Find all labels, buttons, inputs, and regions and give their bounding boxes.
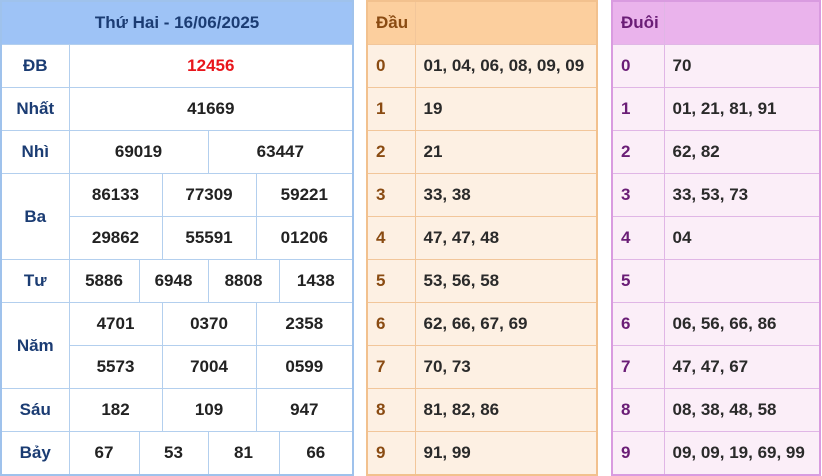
- dau-values: 21: [414, 130, 598, 174]
- dau-values: 70, 73: [414, 345, 598, 389]
- duoi-values: 47, 47, 67: [663, 345, 821, 389]
- prize-value-ba: 29862: [68, 216, 163, 260]
- results-table: Thứ Hai - 16/06/2025 ĐB 12456 Nhất 41669…: [0, 0, 355, 476]
- prize-value-tu: 6948: [138, 259, 209, 303]
- duoi-digit: 5: [611, 259, 665, 303]
- prize-value-nam: 0370: [161, 302, 257, 346]
- dau-header: Đầu: [366, 0, 416, 45]
- duoi-values: 06, 56, 66, 86: [663, 302, 821, 346]
- dau-values: 33, 38: [414, 173, 598, 217]
- dau-values: 91, 99: [414, 431, 598, 476]
- duoi-values: [663, 259, 821, 303]
- prize-value-bay: 67: [68, 431, 140, 476]
- dau-digit: 5: [366, 259, 416, 303]
- dau-values: 47, 47, 48: [414, 216, 598, 260]
- prize-label-db: ĐB: [0, 44, 70, 88]
- duoi-digit: 8: [611, 388, 665, 432]
- prize-value-tu: 8808: [207, 259, 280, 303]
- prize-value-bay: 81: [207, 431, 280, 476]
- duoi-digit: 4: [611, 216, 665, 260]
- duoi-digit: 7: [611, 345, 665, 389]
- prize-value-nam: 4701: [68, 302, 163, 346]
- prize-value-nam: 7004: [161, 345, 257, 389]
- prize-label-nhi: Nhì: [0, 130, 70, 174]
- dau-digit: 7: [366, 345, 416, 389]
- dau-values: 62, 66, 67, 69: [414, 302, 598, 346]
- prize-value-nhat: 41669: [68, 87, 354, 131]
- prize-value-sau: 947: [255, 388, 354, 432]
- prize-label-tu: Tư: [0, 259, 70, 303]
- duoi-digit: 1: [611, 87, 665, 131]
- duoi-digit: 3: [611, 173, 665, 217]
- duoi-digit: 6: [611, 302, 665, 346]
- prize-value-bay: 66: [278, 431, 354, 476]
- prize-value-nam: 0599: [255, 345, 354, 389]
- prize-value-tu: 5886: [68, 259, 140, 303]
- prize-label-ba: Ba: [0, 173, 70, 260]
- duoi-values: 08, 38, 48, 58: [663, 388, 821, 432]
- duoi-digit: 2: [611, 130, 665, 174]
- prize-value-ba: 59221: [255, 173, 354, 217]
- duoi-digit: 0: [611, 44, 665, 88]
- duoi-values: 33, 53, 73: [663, 173, 821, 217]
- prize-value-nhi: 69019: [68, 130, 209, 174]
- prize-value-ba: 01206: [255, 216, 354, 260]
- dau-digit: 2: [366, 130, 416, 174]
- prize-label-nhat: Nhất: [0, 87, 70, 131]
- dau-table: Đầu 0 01, 04, 06, 08, 09, 09 1 19 2 21 3 33,…: [366, 0, 598, 476]
- prize-value-nhi: 63447: [207, 130, 354, 174]
- prize-value-ba: 86133: [68, 173, 163, 217]
- duoi-values: 62, 82: [663, 130, 821, 174]
- prize-value-nam: 5573: [68, 345, 163, 389]
- dau-digit: 4: [366, 216, 416, 260]
- dau-digit: 3: [366, 173, 416, 217]
- dau-values: 01, 04, 06, 08, 09, 09: [414, 44, 598, 88]
- prize-label-sau: Sáu: [0, 388, 70, 432]
- duoi-digit: 9: [611, 431, 665, 476]
- duoi-values: 01, 21, 81, 91: [663, 87, 821, 131]
- dau-values: 19: [414, 87, 598, 131]
- duoi-values: 04: [663, 216, 821, 260]
- duoi-table: Đuôi 0 70 1 01, 21, 81, 91 2 62, 82 3 33, 53…: [611, 0, 821, 476]
- dau-digit: 8: [366, 388, 416, 432]
- duoi-values: 70: [663, 44, 821, 88]
- prize-label-bay: Bảy: [0, 431, 70, 476]
- prize-value-bay: 53: [138, 431, 209, 476]
- dau-digit: 9: [366, 431, 416, 476]
- dau-digit: 0: [366, 44, 416, 88]
- dau-digit: 1: [366, 87, 416, 131]
- prize-value-nam: 2358: [255, 302, 354, 346]
- dau-values: 53, 56, 58: [414, 259, 598, 303]
- results-title: Thứ Hai - 16/06/2025: [0, 0, 354, 45]
- dau-digit: 6: [366, 302, 416, 346]
- prize-value-ba: 55591: [161, 216, 257, 260]
- prize-value-tu: 1438: [278, 259, 354, 303]
- prize-value-sau: 182: [68, 388, 163, 432]
- prize-value-db: 12456: [68, 44, 354, 88]
- prize-value-sau: 109: [161, 388, 257, 432]
- dau-values: 81, 82, 86: [414, 388, 598, 432]
- duoi-header: Đuôi: [611, 0, 665, 45]
- prize-label-nam: Năm: [0, 302, 70, 389]
- prize-value-ba: 77309: [161, 173, 257, 217]
- duoi-values: 09, 09, 19, 69, 99: [663, 431, 821, 476]
